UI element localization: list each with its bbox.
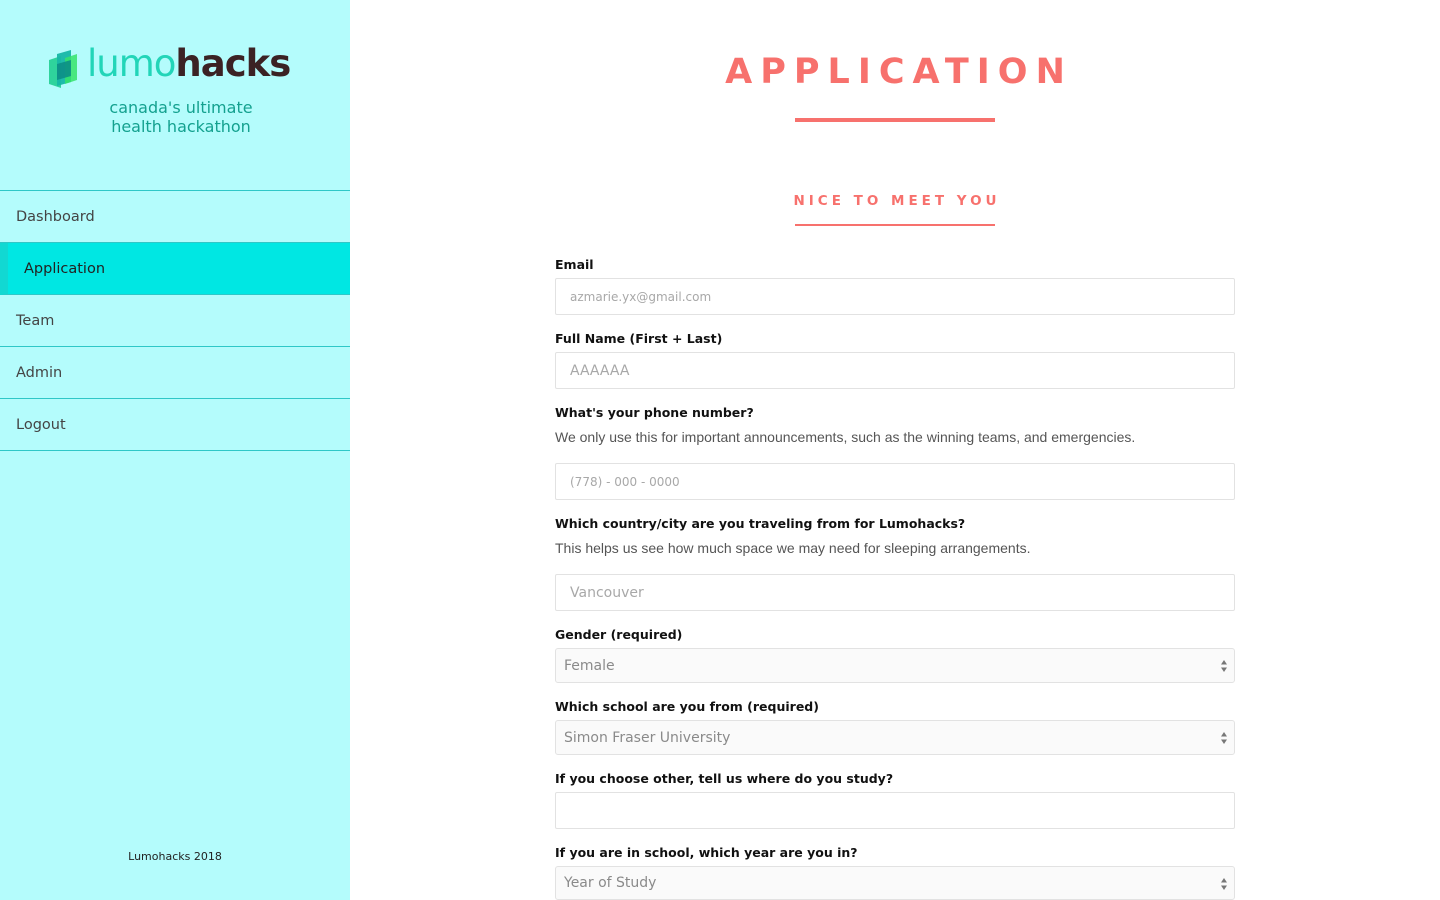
sidebar-item-application[interactable]: Application bbox=[0, 243, 350, 295]
logo-word-lumo: lumo bbox=[87, 42, 176, 85]
select-arrows-icon bbox=[1221, 660, 1227, 672]
gender-select[interactable]: Female bbox=[555, 648, 1235, 683]
select-arrows-icon bbox=[1221, 732, 1227, 744]
location-field-group: Which country/city are you traveling fro… bbox=[555, 516, 1235, 611]
sidebar-item-logout[interactable]: Logout bbox=[0, 399, 350, 451]
tagline-line-2: health hackathon bbox=[111, 117, 251, 136]
sidebar-item-label: Logout bbox=[16, 416, 66, 433]
full-name-input[interactable]: AAAAAA bbox=[555, 352, 1235, 389]
sidebar-footer: Lumohacks 2018 bbox=[128, 850, 222, 863]
sidebar-item-team[interactable]: Team bbox=[0, 295, 350, 347]
section-title: NICE TO MEET YOU bbox=[793, 193, 1001, 209]
gender-label: Gender (required) bbox=[555, 627, 683, 642]
other-school-label: If you choose other, tell us where do yo… bbox=[555, 771, 894, 786]
section-underline bbox=[795, 224, 995, 226]
logo-mark-icon bbox=[49, 50, 77, 88]
year-select-value: Year of Study bbox=[564, 875, 657, 891]
title-underline bbox=[795, 118, 995, 122]
sidebar-item-label: Dashboard bbox=[16, 208, 95, 225]
other-school-field-group: If you choose other, tell us where do yo… bbox=[555, 771, 1235, 829]
phone-hint: We only use this for important announcem… bbox=[555, 429, 1136, 445]
sidebar-item-dashboard[interactable]: Dashboard bbox=[0, 191, 350, 243]
page-title: APPLICATION bbox=[725, 52, 1073, 92]
year-select[interactable]: Year of Study bbox=[555, 866, 1235, 900]
full-name-field-group: Full Name (First + Last) AAAAAA bbox=[555, 331, 1235, 389]
location-input[interactable]: Vancouver bbox=[555, 574, 1235, 611]
sidebar-item-label: Admin bbox=[16, 364, 63, 381]
tagline: canada's ultimate health hackathon bbox=[0, 98, 362, 136]
gender-select-value: Female bbox=[564, 657, 615, 674]
school-label: Which school are you from (required) bbox=[555, 699, 819, 714]
sidebar: lumohacks canada's ultimate health hacka… bbox=[0, 0, 350, 900]
sidebar-item-label: Application bbox=[24, 260, 106, 277]
logo-wordmark: lumohacks bbox=[87, 42, 291, 86]
location-hint: This helps us see how much space we may … bbox=[555, 540, 1031, 556]
tagline-line-1: canada's ultimate bbox=[109, 98, 253, 117]
other-school-input[interactable] bbox=[555, 792, 1235, 829]
select-arrows-icon bbox=[1221, 878, 1227, 890]
phone-label: What's your phone number? bbox=[555, 405, 754, 420]
school-select[interactable]: Simon Fraser University bbox=[555, 720, 1235, 755]
email-input[interactable]: azmarie.yx@gmail.com bbox=[555, 278, 1235, 315]
sidebar-item-admin[interactable]: Admin bbox=[0, 347, 350, 399]
sidebar-nav: Dashboard Application Team Admin Logout bbox=[0, 190, 350, 451]
school-field-group: Which school are you from (required) Sim… bbox=[555, 699, 1235, 755]
school-select-value: Simon Fraser University bbox=[564, 729, 731, 746]
email-label: Email bbox=[555, 257, 594, 272]
phone-input[interactable]: (778) - 000 - 0000 bbox=[555, 463, 1235, 500]
year-field-group: If you are in school, which year are you… bbox=[555, 845, 1235, 900]
lumohacks-logo[interactable]: lumohacks bbox=[47, 42, 307, 92]
gender-field-group: Gender (required) Female bbox=[555, 627, 1235, 683]
full-name-label: Full Name (First + Last) bbox=[555, 331, 723, 346]
sidebar-item-label: Team bbox=[16, 312, 55, 329]
year-label: If you are in school, which year are you… bbox=[555, 845, 858, 860]
phone-field-group: What's your phone number? We only use th… bbox=[555, 405, 1235, 500]
application-form-panel: APPLICATION NICE TO MEET YOU Email azmar… bbox=[350, 0, 1440, 900]
location-label: Which country/city are you traveling fro… bbox=[555, 516, 966, 531]
logo-word-hacks: hacks bbox=[175, 42, 291, 85]
email-field-group: Email azmarie.yx@gmail.com bbox=[555, 257, 1235, 315]
